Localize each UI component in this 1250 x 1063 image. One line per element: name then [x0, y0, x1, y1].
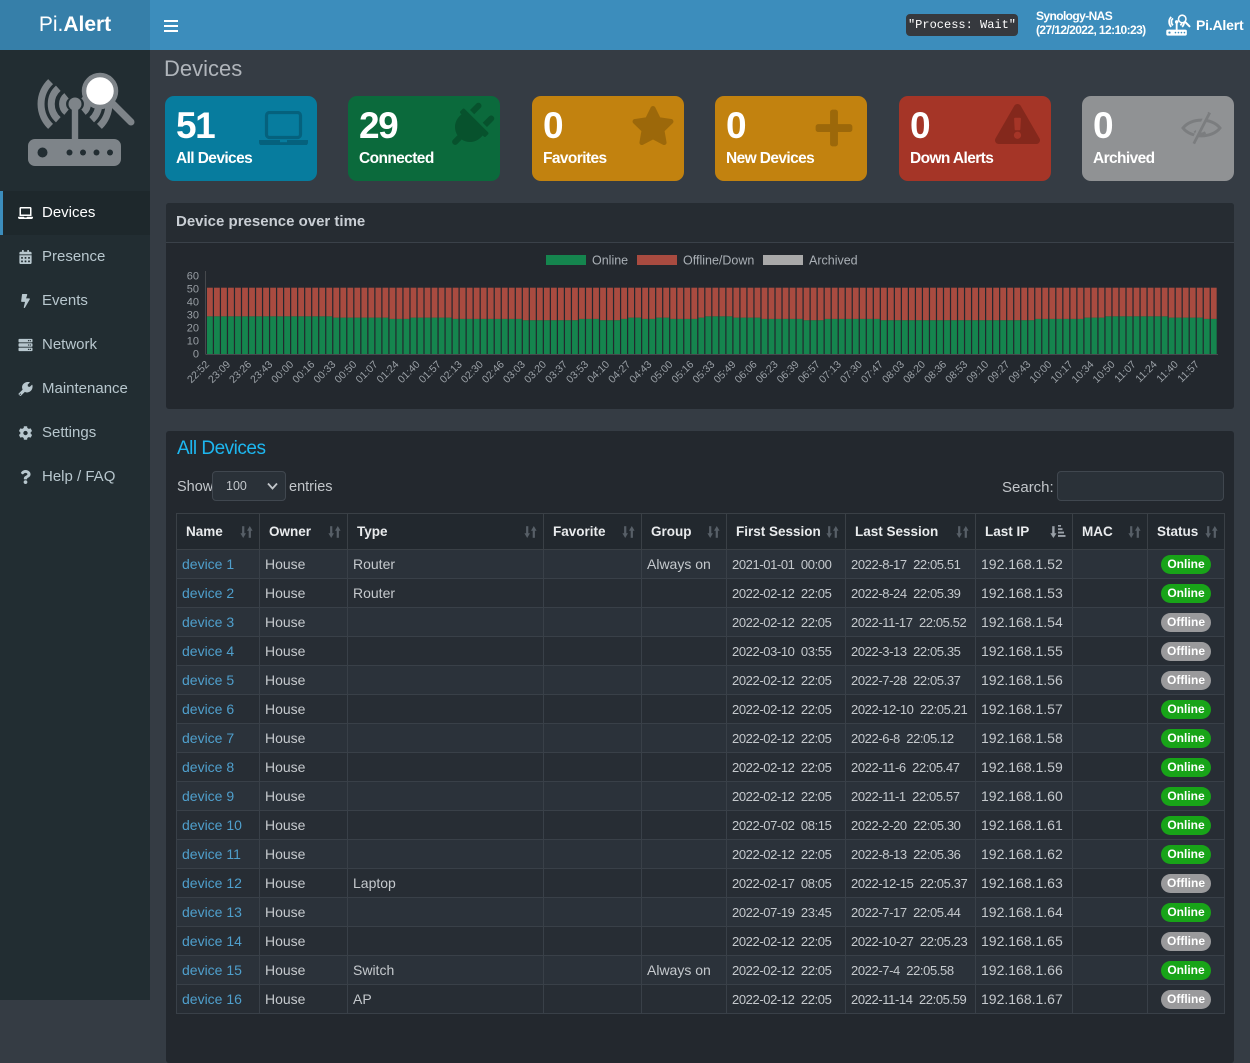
svg-text:08:36: 08:36 — [922, 359, 949, 386]
svg-text:06:57: 06:57 — [796, 359, 823, 386]
svg-text:05:49: 05:49 — [711, 359, 738, 386]
svg-text:02:13: 02:13 — [438, 359, 465, 386]
svg-text:11:24: 11:24 — [1133, 359, 1160, 386]
svg-text:00:33: 00:33 — [311, 359, 338, 386]
svg-text:07:47: 07:47 — [859, 359, 886, 386]
svg-text:01:07: 01:07 — [353, 359, 380, 386]
svg-text:10:50: 10:50 — [1091, 359, 1118, 386]
svg-text:23:26: 23:26 — [227, 359, 254, 386]
svg-text:60: 60 — [187, 271, 199, 283]
svg-text:04:27: 04:27 — [606, 359, 633, 386]
svg-text:11:07: 11:07 — [1112, 359, 1139, 386]
svg-text:10: 10 — [187, 336, 199, 348]
svg-text:00:00: 00:00 — [269, 359, 296, 386]
svg-text:03:37: 03:37 — [543, 359, 570, 386]
svg-text:40: 40 — [187, 297, 199, 309]
svg-text:09:10: 09:10 — [964, 359, 991, 386]
svg-text:Archived: Archived — [809, 254, 858, 268]
svg-text:03:20: 03:20 — [522, 359, 549, 386]
svg-text:08:20: 08:20 — [901, 359, 928, 386]
svg-text:20: 20 — [187, 323, 199, 335]
svg-text:30: 30 — [187, 310, 199, 322]
svg-text:11:40: 11:40 — [1154, 359, 1181, 386]
svg-text:01:57: 01:57 — [417, 359, 444, 386]
svg-text:02:30: 02:30 — [459, 359, 486, 386]
svg-text:01:24: 01:24 — [374, 359, 401, 386]
svg-text:10:34: 10:34 — [1069, 359, 1096, 386]
svg-text:04:43: 04:43 — [627, 359, 654, 386]
svg-text:50: 50 — [187, 284, 199, 296]
svg-text:03:03: 03:03 — [501, 359, 528, 386]
svg-text:07:30: 07:30 — [838, 359, 865, 386]
svg-text:0: 0 — [193, 349, 199, 361]
svg-text:06:06: 06:06 — [733, 359, 760, 386]
svg-text:09:27: 09:27 — [985, 359, 1012, 386]
svg-text:04:10: 04:10 — [585, 359, 612, 386]
svg-text:10:00: 10:00 — [1027, 359, 1054, 386]
svg-text:01:40: 01:40 — [396, 359, 423, 386]
svg-text:08:53: 08:53 — [943, 359, 970, 386]
svg-text:06:39: 06:39 — [775, 359, 802, 386]
svg-text:05:00: 05:00 — [648, 359, 675, 386]
svg-text:03:53: 03:53 — [564, 359, 591, 386]
svg-text:10:17: 10:17 — [1048, 359, 1075, 386]
svg-text:08:03: 08:03 — [880, 359, 907, 386]
svg-text:02:46: 02:46 — [480, 359, 507, 386]
svg-text:00:50: 00:50 — [332, 359, 359, 386]
svg-text:07:13: 07:13 — [817, 359, 844, 386]
svg-text:23:09: 23:09 — [206, 359, 233, 386]
svg-text:09:43: 09:43 — [1006, 359, 1033, 386]
svg-text:23:43: 23:43 — [248, 359, 275, 386]
svg-text:22:52: 22:52 — [185, 359, 212, 386]
svg-text:11:57: 11:57 — [1175, 359, 1202, 386]
svg-text:Offline/Down: Offline/Down — [683, 254, 754, 268]
svg-text:Online: Online — [592, 254, 628, 268]
svg-text:06:23: 06:23 — [754, 359, 781, 386]
svg-text:05:33: 05:33 — [690, 359, 717, 386]
svg-text:05:16: 05:16 — [669, 359, 696, 386]
svg-text:00:16: 00:16 — [290, 359, 317, 386]
